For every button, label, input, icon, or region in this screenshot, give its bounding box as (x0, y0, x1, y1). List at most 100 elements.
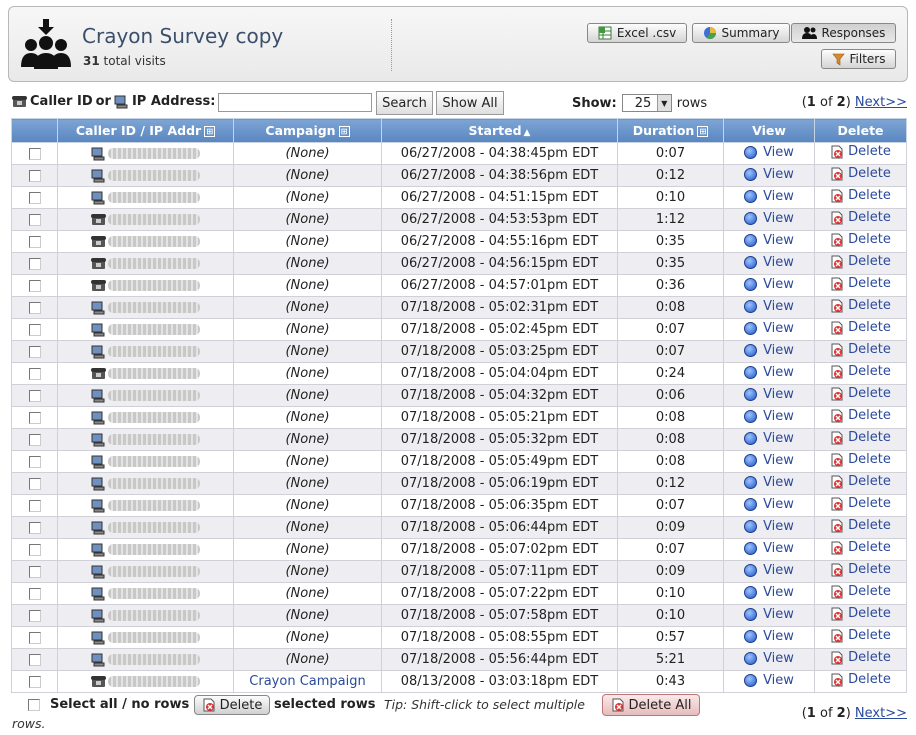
row-checkbox[interactable] (28, 499, 41, 512)
delete-link[interactable]: Delete (830, 254, 891, 269)
view-link[interactable]: View (744, 145, 794, 160)
delete-link[interactable]: Delete (830, 144, 891, 159)
delete-link[interactable]: Delete (830, 496, 891, 511)
row-checkbox[interactable] (28, 609, 41, 622)
view-link[interactable]: View (744, 431, 794, 446)
delete-link[interactable]: Delete (830, 298, 891, 313)
row-checkbox[interactable] (28, 213, 41, 226)
campaign-value[interactable]: Crayon Campaign (249, 674, 365, 689)
delete-link[interactable]: Delete (830, 562, 891, 577)
header-campaign[interactable]: Campaign ⊞ (233, 118, 382, 143)
next-page-link[interactable]: Next>> (855, 706, 907, 721)
row-checkbox[interactable] (28, 587, 41, 600)
view-link[interactable]: View (744, 343, 794, 358)
search-button[interactable]: Search (376, 91, 433, 115)
delete-link[interactable]: Delete (830, 210, 891, 225)
summary-button[interactable]: Summary (692, 23, 790, 43)
view-link[interactable]: View (744, 299, 794, 314)
row-checkbox[interactable] (28, 433, 41, 446)
row-checkbox[interactable] (28, 279, 41, 292)
row-checkbox[interactable] (28, 411, 41, 424)
view-link[interactable]: View (744, 255, 794, 270)
row-checkbox[interactable] (28, 565, 41, 578)
view-link[interactable]: View (744, 519, 794, 534)
delete-link[interactable]: Delete (830, 320, 891, 335)
search-input[interactable] (218, 93, 372, 112)
view-link[interactable]: View (744, 233, 794, 248)
delete-link[interactable]: Delete (830, 672, 891, 687)
sort-toggle-icon[interactable]: ⊞ (338, 126, 350, 137)
delete-link[interactable]: Delete (830, 584, 891, 599)
view-link[interactable]: View (744, 321, 794, 336)
row-checkbox[interactable] (28, 543, 41, 556)
view-link[interactable]: View (744, 277, 794, 292)
delete-all-button[interactable]: Delete All (602, 694, 700, 716)
row-checkbox[interactable] (28, 675, 41, 688)
view-link[interactable]: View (744, 651, 794, 666)
view-link[interactable]: View (744, 475, 794, 490)
delete-cell: Delete (814, 450, 907, 473)
view-link[interactable]: View (744, 607, 794, 622)
delete-link[interactable]: Delete (830, 342, 891, 357)
delete-link[interactable]: Delete (830, 452, 891, 467)
view-link[interactable]: View (744, 629, 794, 644)
view-link[interactable]: View (744, 585, 794, 600)
sort-toggle-icon[interactable]: ⊞ (697, 126, 709, 137)
delete-link[interactable]: Delete (830, 408, 891, 423)
view-link[interactable]: View (744, 673, 794, 688)
view-link[interactable]: View (744, 563, 794, 578)
view-link[interactable]: View (744, 453, 794, 468)
delete-link[interactable]: Delete (830, 166, 891, 181)
filters-button[interactable]: Filters (821, 49, 896, 69)
delete-link[interactable]: Delete (830, 430, 891, 445)
row-checkbox[interactable] (28, 345, 41, 358)
delete-link[interactable]: Delete (830, 232, 891, 247)
sort-toggle-icon[interactable]: ⊞ (204, 126, 216, 137)
row-checkbox[interactable] (28, 147, 41, 160)
row-checkbox[interactable] (28, 257, 41, 270)
view-link[interactable]: View (744, 497, 794, 512)
delete-link[interactable]: Delete (830, 386, 891, 401)
header-caller[interactable]: Caller ID / IP Addr ⊞ (57, 118, 234, 143)
delete-link[interactable]: Delete (830, 188, 891, 203)
view-link[interactable]: View (744, 541, 794, 556)
row-checkbox[interactable] (28, 169, 41, 182)
row-checkbox[interactable] (28, 477, 41, 490)
next-page-link[interactable]: Next>> (855, 95, 907, 110)
delete-link[interactable]: Delete (830, 628, 891, 643)
row-checkbox[interactable] (28, 631, 41, 644)
row-checkbox[interactable] (28, 389, 41, 402)
header-started[interactable]: Started ▲ (381, 118, 618, 143)
delete-link[interactable]: Delete (830, 276, 891, 291)
delete-link[interactable]: Delete (830, 518, 891, 533)
row-checkbox[interactable] (28, 455, 41, 468)
delete-link[interactable]: Delete (830, 474, 891, 489)
row-checkbox[interactable] (28, 323, 41, 336)
view-link[interactable]: View (744, 211, 794, 226)
row-checkbox[interactable] (28, 653, 41, 666)
view-link[interactable]: View (744, 365, 794, 380)
delete-link[interactable]: Delete (830, 606, 891, 621)
delete-cell: Delete (814, 516, 907, 539)
view-link[interactable]: View (744, 189, 794, 204)
header-duration[interactable]: Duration ⊞ (617, 118, 724, 143)
delete-link[interactable]: Delete (830, 364, 891, 379)
responses-button[interactable]: Responses (791, 23, 896, 43)
rows-select[interactable]: 25 ▼ (621, 94, 672, 112)
delete-link[interactable]: Delete (830, 540, 891, 555)
row-checkbox[interactable] (28, 191, 41, 204)
excel-export-button[interactable]: Excel .csv (587, 23, 687, 43)
select-all-control[interactable]: Select all / no rows (28, 697, 189, 712)
view-link[interactable]: View (744, 167, 794, 182)
show-all-button[interactable]: Show All (436, 91, 504, 115)
select-all-checkbox[interactable] (28, 698, 40, 711)
row-checkbox[interactable] (28, 235, 41, 248)
row-checkbox[interactable] (28, 521, 41, 534)
row-checkbox[interactable] (28, 367, 41, 380)
view-link[interactable]: View (744, 387, 794, 402)
delete-selected-button[interactable]: Delete (194, 695, 270, 715)
delete-link[interactable]: Delete (830, 650, 891, 665)
delete-icon (831, 453, 843, 467)
view-link[interactable]: View (744, 409, 794, 424)
row-checkbox[interactable] (28, 301, 41, 314)
